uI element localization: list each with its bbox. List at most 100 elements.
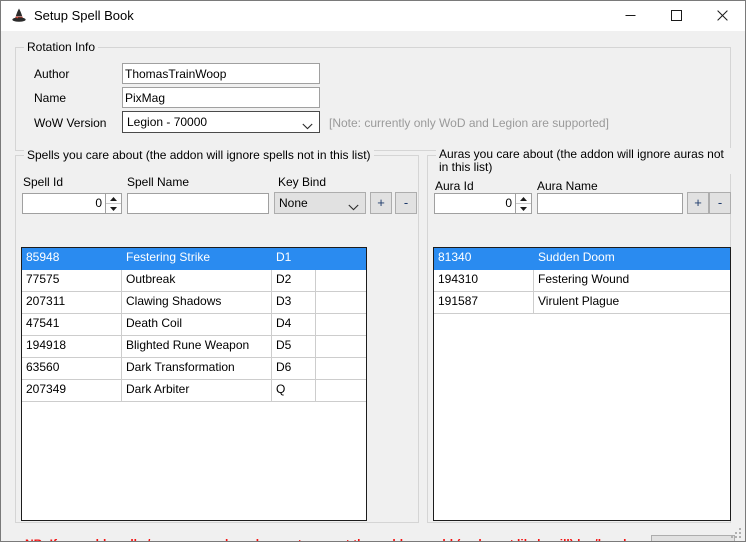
spell-name-cell: Clawing Shadows — [122, 292, 272, 313]
aura-name-cell: Festering Wound — [538, 272, 630, 286]
aura-id-increment-button[interactable] — [516, 194, 531, 204]
spell-name-cell: Blighted Rune Weapon — [122, 336, 272, 357]
author-label: Author — [34, 67, 70, 81]
key-bind-cell: D6 — [272, 358, 316, 379]
spells-list[interactable]: 85948 Festering Strike D1 77575 Outbreak D2 20… — [21, 247, 367, 521]
add-spell-button[interactable]: + — [370, 192, 392, 214]
setup-spell-book-window: Setup Spell Book Rotation Info Author Na… — [0, 0, 746, 542]
aura-name-column-header: Aura Name — [537, 179, 598, 193]
author-input[interactable] — [122, 63, 320, 84]
save-button[interactable]: Save — [651, 535, 735, 541]
spell-row-filler — [316, 314, 366, 335]
key-bind-column-header: Key Bind — [278, 175, 327, 189]
aura-id-stepper-buttons[interactable] — [515, 194, 531, 213]
aura-id-cell: 81340 — [434, 248, 534, 269]
table-row[interactable]: 47541 Death Coil D4 — [22, 314, 366, 336]
chevron-down-icon — [348, 200, 359, 214]
maximize-icon — [670, 10, 682, 21]
spell-row-filler — [316, 292, 366, 313]
wow-version-value: Legion - 70000 — [127, 115, 208, 129]
spell-name-cell: Death Coil — [122, 314, 272, 335]
caret-down-icon — [110, 206, 117, 211]
spell-id-cell: 85948 — [22, 248, 122, 269]
table-row[interactable]: 191587 Virulent Plague — [434, 292, 730, 314]
spell-name-cell: Dark Transformation — [122, 358, 272, 379]
key-bind-cell: D5 — [272, 336, 316, 357]
name-label: Name — [34, 91, 67, 105]
remove-spell-button[interactable]: - — [395, 192, 417, 214]
client-area: Rotation Info Author Name WoW Version Le… — [1, 31, 745, 541]
warning-text: NB: If you add spells / auras your class… — [25, 537, 630, 541]
auras-group-legend: Auras you care about (the addon will ign… — [436, 148, 732, 174]
auras-list[interactable]: 81340 Sudden Doom 194310 Festering Wound 191… — [433, 247, 731, 521]
add-aura-button[interactable]: + — [687, 192, 709, 214]
spell-row-filler — [316, 380, 366, 401]
caret-up-icon — [520, 196, 527, 201]
aura-name-cell: Sudden Doom — [534, 248, 730, 269]
wow-version-label: WoW Version — [34, 116, 107, 130]
key-bind-cell: D3 — [272, 292, 316, 313]
aura-id-column-header: Aura Id — [435, 179, 474, 193]
minimize-icon — [625, 15, 635, 16]
caret-up-icon — [110, 196, 117, 201]
aura-name-cell: Virulent Plague — [538, 294, 620, 308]
close-icon — [716, 10, 728, 21]
aura-id-decrement-button[interactable] — [516, 204, 531, 213]
rotation-info-legend: Rotation Info — [24, 40, 99, 54]
aura-id-input[interactable] — [435, 194, 515, 213]
spell-id-cell: 207349 — [22, 380, 122, 401]
spell-name-cell: Festering Strike — [122, 248, 272, 269]
table-row[interactable]: 207311 Clawing Shadows D3 — [22, 292, 366, 314]
title-bar: Setup Spell Book — [1, 1, 745, 32]
spell-row-filler — [316, 336, 366, 357]
spell-name-input[interactable] — [127, 193, 269, 214]
spell-id-cell: 77575 — [22, 270, 122, 291]
spell-id-input[interactable] — [23, 194, 105, 213]
key-bind-value: None — [279, 196, 308, 210]
spell-name-cell: Dark Arbiter — [122, 380, 272, 401]
table-row[interactable]: 85948 Festering Strike D1 — [22, 248, 366, 270]
aura-name-input[interactable] — [537, 193, 683, 214]
remove-aura-button[interactable]: - — [709, 192, 731, 214]
close-button[interactable] — [699, 1, 745, 30]
spells-group-legend: Spells you care about (the addon will ig… — [24, 148, 374, 162]
spell-name-column-header: Spell Name — [127, 175, 190, 189]
table-row[interactable]: 63560 Dark Transformation D6 — [22, 358, 366, 380]
aura-id-stepper[interactable] — [434, 193, 532, 214]
minimize-button[interactable] — [607, 1, 653, 30]
table-row[interactable]: 81340 Sudden Doom — [434, 248, 730, 270]
spell-id-cell: 47541 — [22, 314, 122, 335]
key-bind-cell: D2 — [272, 270, 316, 291]
spell-id-increment-button[interactable] — [106, 194, 121, 204]
key-bind-cell: D4 — [272, 314, 316, 335]
wizard-hat-icon — [10, 7, 28, 25]
spell-id-decrement-button[interactable] — [106, 204, 121, 213]
caret-down-icon — [520, 206, 527, 211]
spell-row-filler — [316, 248, 366, 269]
table-row[interactable]: 194310 Festering Wound — [434, 270, 730, 292]
key-bind-cell: Q — [272, 380, 316, 401]
spell-id-stepper[interactable] — [22, 193, 122, 214]
name-input[interactable] — [122, 87, 320, 108]
maximize-button[interactable] — [653, 1, 699, 30]
spell-row-filler — [316, 358, 366, 379]
spell-id-cell: 207311 — [22, 292, 122, 313]
spell-row-filler — [316, 270, 366, 291]
wow-version-select[interactable]: Legion - 70000 — [122, 111, 320, 133]
table-row[interactable]: 207349 Dark Arbiter Q — [22, 380, 366, 402]
resize-grip[interactable] — [730, 526, 742, 538]
wow-version-note: [Note: currently only WoD and Legion are… — [329, 116, 609, 130]
spell-id-stepper-buttons[interactable] — [105, 194, 121, 213]
key-bind-cell: D1 — [272, 248, 316, 269]
spell-id-column-header: Spell Id — [23, 175, 64, 189]
aura-id-cell: 194310 — [434, 270, 534, 291]
window-title: Setup Spell Book — [34, 8, 134, 23]
table-row[interactable]: 77575 Outbreak D2 — [22, 270, 366, 292]
spell-name-cell: Outbreak — [122, 270, 272, 291]
key-bind-select[interactable]: None — [274, 192, 366, 214]
chevron-down-icon — [302, 119, 313, 133]
table-row[interactable]: 194918 Blighted Rune Weapon D5 — [22, 336, 366, 358]
spell-id-cell: 63560 — [22, 358, 122, 379]
aura-id-cell: 191587 — [434, 292, 534, 313]
spell-id-cell: 194918 — [22, 336, 122, 357]
